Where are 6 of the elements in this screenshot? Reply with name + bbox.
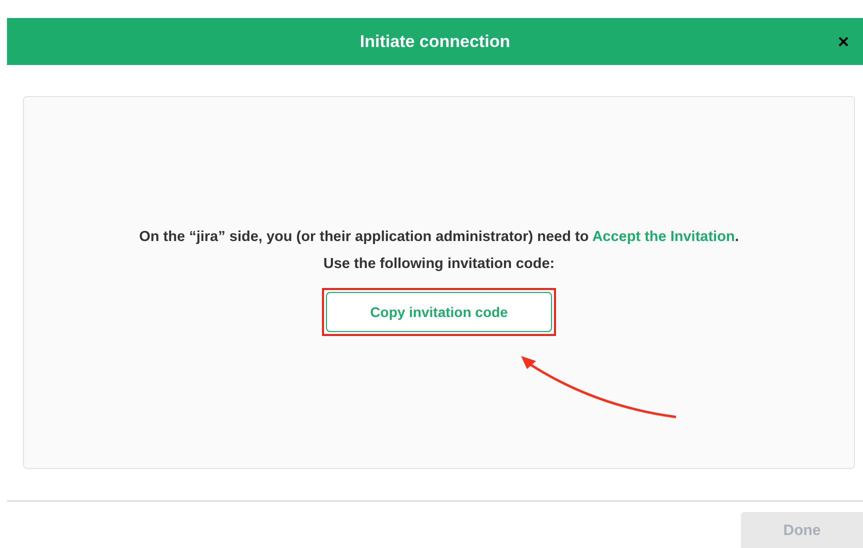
close-button[interactable]: × xyxy=(836,33,851,53)
invitation-code-label: Use the following invitation code: xyxy=(323,256,555,272)
accept-invitation-link[interactable]: Accept the Invitation xyxy=(592,229,735,245)
dialog-title: Initiate connection xyxy=(360,32,510,52)
copy-code-button[interactable]: Copy invitation code xyxy=(326,292,552,332)
instruction-sentence: On the “jira” side, you (or their application administrator) need to Accept the Invitation. xyxy=(139,229,739,245)
